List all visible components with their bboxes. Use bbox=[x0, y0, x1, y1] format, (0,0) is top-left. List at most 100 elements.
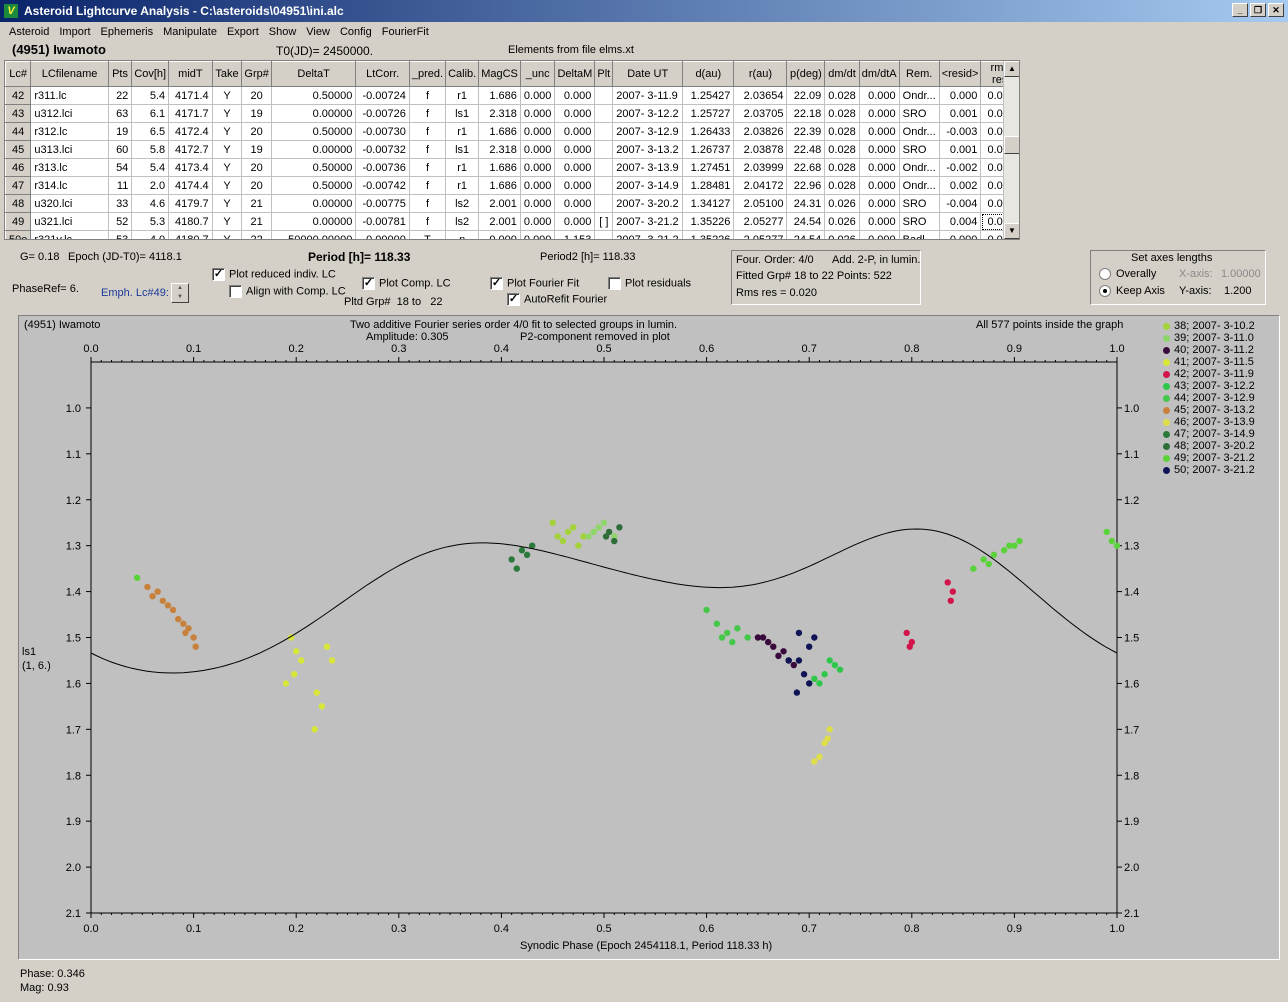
legend-label: 39; 2007- 3-11.0 bbox=[1174, 332, 1254, 344]
data-point bbox=[985, 560, 992, 568]
data-point bbox=[159, 597, 167, 604]
data-point bbox=[826, 657, 833, 664]
y-tick-label-right: 2.1 bbox=[1124, 908, 1139, 920]
data-point bbox=[723, 629, 731, 637]
fourier-fit-curve bbox=[90, 528, 1118, 674]
y-tick-label-right: 1.5 bbox=[1124, 633, 1139, 645]
y-tick-label-left: 1.1 bbox=[66, 449, 81, 461]
data-point bbox=[836, 666, 844, 673]
y-axis-title-1: ls1 bbox=[22, 646, 37, 658]
data-point bbox=[328, 657, 336, 664]
x-tick-label-top: 0.7 bbox=[802, 343, 817, 355]
data-point bbox=[311, 726, 318, 733]
data-point bbox=[1016, 537, 1023, 545]
y-tick-label-left: 1.7 bbox=[66, 724, 81, 736]
y-axis-title-2: (1, 6.) bbox=[22, 660, 51, 672]
data-point bbox=[790, 661, 798, 669]
data-point bbox=[290, 671, 298, 678]
plot-p2-note: P2-component removed in plot bbox=[520, 331, 670, 343]
data-point bbox=[180, 620, 187, 627]
x-tick-label-top: 0.1 bbox=[186, 343, 201, 355]
y-tick-label-right: 1.4 bbox=[1124, 587, 1139, 599]
legend-item: 40; 2007- 3-11.2 bbox=[1163, 344, 1254, 356]
data-point bbox=[980, 556, 987, 563]
data-point bbox=[1006, 542, 1013, 549]
legend-marker-icon bbox=[1163, 406, 1170, 414]
plot-fourier-note: Two additive Fourier series order 4/0 fi… bbox=[350, 319, 678, 331]
legend-label: 42; 2007- 3-11.9 bbox=[1174, 368, 1254, 380]
x-tick-label-top: 0.8 bbox=[904, 343, 919, 355]
data-point bbox=[518, 547, 526, 554]
y-tick-label-left: 1.5 bbox=[66, 633, 81, 645]
x-tick-label-top: 0.9 bbox=[1007, 343, 1022, 355]
legend-label: 46; 2007- 3-13.9 bbox=[1174, 416, 1255, 428]
data-point bbox=[1108, 537, 1116, 545]
data-point bbox=[744, 634, 751, 641]
data-point bbox=[903, 629, 910, 637]
data-point bbox=[811, 758, 818, 765]
y-tick-label-left: 1.4 bbox=[66, 587, 81, 599]
legend-label: 41; 2007- 3-11.5 bbox=[1174, 356, 1254, 368]
legend-item: 49; 2007- 3-21.2 bbox=[1163, 452, 1255, 464]
data-point bbox=[821, 671, 828, 678]
legend-label: 45; 2007- 3-13.2 bbox=[1174, 404, 1255, 416]
legend-label: 47; 2007- 3-14.9 bbox=[1174, 428, 1255, 440]
y-tick-label-right: 1.3 bbox=[1124, 541, 1139, 553]
data-point bbox=[282, 680, 290, 687]
legend-item: 47; 2007- 3-14.9 bbox=[1163, 428, 1255, 440]
x-tick-label-bottom: 0.7 bbox=[802, 923, 817, 935]
x-tick-label-bottom: 0.5 bbox=[596, 923, 611, 935]
x-tick-label-bottom: 0.6 bbox=[699, 923, 714, 935]
plot-frame bbox=[90, 361, 1118, 914]
data-point bbox=[149, 592, 156, 600]
data-point bbox=[906, 643, 913, 650]
y-tick-label-left: 1.0 bbox=[66, 403, 81, 415]
data-point bbox=[811, 675, 818, 683]
data-point bbox=[780, 648, 787, 655]
data-point bbox=[144, 583, 151, 591]
y-tick-label-right: 1.7 bbox=[1124, 724, 1139, 736]
legend-label: 44; 2007- 3-12.9 bbox=[1174, 392, 1255, 404]
x-tick-label-bottom: 0.4 bbox=[494, 923, 509, 935]
data-point bbox=[585, 533, 592, 540]
data-point bbox=[323, 643, 331, 650]
legend-item: 44; 2007- 3-12.9 bbox=[1163, 392, 1255, 404]
data-point bbox=[775, 652, 782, 660]
data-point bbox=[816, 680, 823, 687]
legend-item: 50; 2007- 3-21.2 bbox=[1163, 464, 1255, 476]
y-tick-label-right: 2.0 bbox=[1124, 862, 1139, 874]
plot-points-note: All 577 points inside the graph bbox=[976, 319, 1124, 331]
data-point bbox=[795, 657, 803, 664]
x-tick-label-bottom: 0.0 bbox=[83, 923, 98, 935]
y-tick-label-right: 1.9 bbox=[1124, 816, 1139, 828]
data-point bbox=[523, 551, 531, 559]
y-tick-label-left: 2.0 bbox=[66, 862, 81, 874]
data-point bbox=[508, 556, 515, 563]
data-point bbox=[611, 537, 618, 545]
data-point bbox=[602, 533, 610, 540]
data-point bbox=[949, 588, 957, 595]
x-tick-label-bottom: 0.3 bbox=[391, 923, 406, 935]
data-point bbox=[1113, 542, 1121, 549]
data-point bbox=[816, 753, 823, 761]
lightcurve-chart[interactable]: 0.0 0.0 0.1 0.1 0.2 0.2 0.3 0.3 0.4 0.4 0.5 0.5 0.6 0… bbox=[0, 0, 1288, 1002]
legend-item: 42; 2007- 3-11.9 bbox=[1163, 368, 1254, 380]
x-tick-label-top: 0.5 bbox=[596, 343, 611, 355]
data-point bbox=[811, 634, 818, 641]
x-tick-label-bottom: 1.0 bbox=[1109, 923, 1124, 935]
data-point bbox=[754, 634, 762, 641]
data-point bbox=[318, 703, 326, 710]
legend-marker-icon bbox=[1163, 346, 1170, 354]
legend-marker-icon bbox=[1163, 322, 1170, 330]
data-point bbox=[164, 602, 172, 609]
data-point bbox=[313, 689, 320, 696]
data-point bbox=[831, 661, 839, 669]
data-point bbox=[595, 524, 603, 531]
data-point bbox=[559, 537, 567, 545]
y-tick-label-left: 1.3 bbox=[66, 541, 81, 553]
legend-marker-icon bbox=[1163, 394, 1170, 402]
legend-item: 45; 2007- 3-13.2 bbox=[1163, 404, 1255, 416]
data-point bbox=[785, 657, 792, 664]
legend-item: 46; 2007- 3-13.9 bbox=[1163, 416, 1255, 428]
status-phase: Phase: 0.346 bbox=[20, 968, 85, 980]
